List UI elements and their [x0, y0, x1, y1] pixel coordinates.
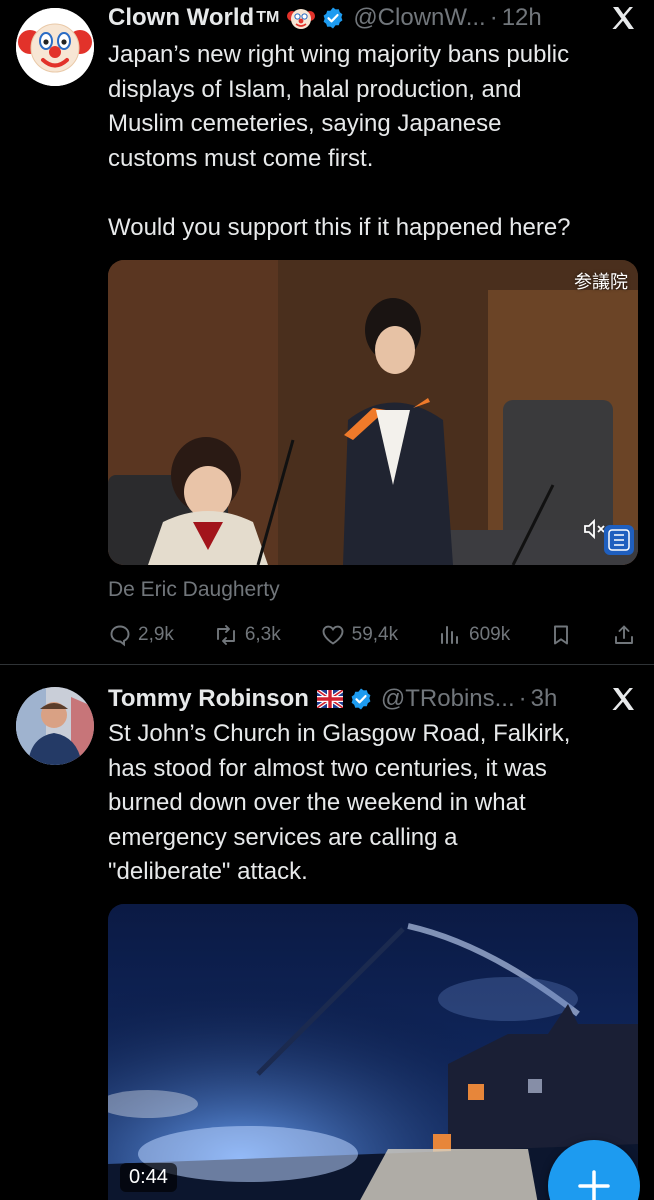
trademark-symbol: TM [256, 9, 280, 26]
timeline-feed: Clown World TM @ClownW... · 12h Japan’s … [0, 0, 654, 1200]
share-button[interactable] [612, 623, 636, 647]
video-duration: 0:44 [120, 1163, 177, 1192]
verified-badge-icon [321, 6, 345, 30]
tweet-actions: 2,9k 6,3k 59,4k 609k [108, 620, 636, 650]
plus-icon [578, 1170, 610, 1200]
reply-count: 2,9k [138, 624, 174, 645]
like-button[interactable]: 59,4k [320, 623, 398, 647]
verified-badge-icon [349, 687, 373, 711]
views-button[interactable]: 609k [437, 623, 510, 647]
view-count: 609k [469, 624, 511, 645]
grok-x-icon[interactable] [610, 5, 636, 31]
avatar[interactable] [16, 8, 94, 86]
display-name[interactable]: Clown World [108, 4, 254, 32]
profile-photo-icon [16, 687, 94, 765]
bookmark-icon [554, 625, 569, 645]
repost-count: 6,3k [244, 624, 281, 645]
separator: · [518, 685, 527, 712]
separator: · [489, 4, 498, 31]
video-player[interactable]: 参議院 [108, 260, 638, 565]
clown-avatar-icon [16, 8, 94, 86]
reply-button[interactable]: 2,9k [108, 623, 174, 647]
avatar[interactable] [16, 687, 94, 765]
display-name[interactable]: Tommy Robinson [108, 685, 309, 713]
grok-x-icon[interactable] [610, 686, 636, 712]
tweet-text: Japan’s new right wing majority bans pub… [108, 41, 571, 241]
uk-flag-icon [316, 690, 343, 708]
tweet[interactable]: Clown World TM @ClownW... · 12h Japan’s … [0, 0, 654, 664]
reply-icon [110, 625, 130, 647]
share-icon [615, 625, 633, 644]
tweet-text: St John’s Church in Glasgow Road, Falkir… [108, 720, 571, 885]
video-thumbnail [108, 260, 638, 565]
tweet-header: Tommy Robinson @TRobins... · 3h [108, 681, 636, 717]
tweet[interactable]: Tommy Robinson @TRobins... · 3h St John’… [0, 664, 654, 1200]
broadcaster-logo-icon [604, 525, 634, 555]
handle[interactable]: @ClownW... [353, 4, 485, 32]
clown-face-icon [287, 4, 316, 32]
timestamp[interactable]: 12h [502, 4, 542, 32]
bookmark-button[interactable] [549, 623, 573, 647]
media-attribution[interactable]: De Eric Daugherty [108, 578, 280, 602]
video-watermark: 参議院 [574, 272, 628, 293]
repost-icon [216, 625, 235, 645]
timestamp[interactable]: 3h [531, 685, 558, 713]
tweet-header: Clown World TM @ClownW... · 12h [108, 0, 636, 36]
like-count: 59,4k [351, 624, 399, 645]
views-chart-icon [441, 626, 458, 644]
heart-icon [322, 625, 344, 645]
handle[interactable]: @TRobins... [381, 685, 515, 713]
repost-button[interactable]: 6,3k [213, 623, 281, 647]
